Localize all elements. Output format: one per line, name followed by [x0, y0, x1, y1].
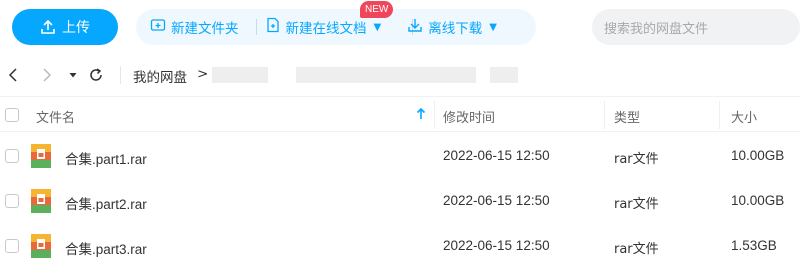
new-doc-icon	[265, 17, 281, 37]
back-icon[interactable]	[8, 67, 18, 87]
forward-icon[interactable]	[42, 67, 52, 87]
caret-down-icon: ▼	[489, 21, 497, 33]
table-row[interactable]: 合集.part3.rar 2022-06-15 12:50 rar文件 1.53…	[0, 224, 800, 268]
redacted-path	[296, 67, 476, 83]
table-header: 文件名 修改时间 类型 大小	[0, 96, 800, 132]
header-modified[interactable]: 修改时间	[443, 107, 495, 126]
table-row[interactable]: 合集.part2.rar 2022-06-15 12:50 rar文件 10.0…	[0, 179, 800, 223]
search-input[interactable]: 搜索我的网盘文件	[592, 9, 800, 45]
redacted-path	[212, 67, 268, 83]
column-divider[interactable]	[434, 101, 435, 129]
new-folder-button[interactable]: 新建文件夹	[150, 9, 239, 45]
file-modified: 2022-06-15 12:50	[443, 148, 550, 163]
rar-file-icon	[30, 144, 52, 172]
file-type: rar文件	[614, 242, 659, 257]
file-modified: 2022-06-15 12:50	[443, 193, 550, 208]
file-name[interactable]: 合集.part3.rar	[65, 238, 147, 258]
row-checkbox[interactable]	[5, 194, 19, 208]
path-divider	[120, 66, 121, 84]
search-placeholder: 搜索我的网盘文件	[604, 21, 709, 37]
offline-download-button[interactable]: 离线下载 ▼	[407, 9, 497, 45]
download-icon	[407, 17, 423, 37]
action-group: 新建文件夹 新建在线文档 ▼ 离线下载 ▼	[136, 9, 536, 45]
toolbar: 上传 新建文件夹 新建在线文档 ▼ 离线下载 ▼ NEW 搜索我的网盘文件	[0, 0, 800, 54]
new-folder-icon	[150, 17, 166, 37]
dropdown-icon[interactable]	[68, 68, 78, 86]
table-row[interactable]: 合集.part1.rar 2022-06-15 12:50 rar文件 10.0…	[0, 134, 800, 178]
upload-label: 上传	[62, 20, 90, 36]
file-size: 1.53GB	[731, 238, 777, 253]
new-online-doc-label: 新建在线文档	[285, 21, 367, 37]
new-badge: NEW	[360, 1, 394, 18]
select-all-checkbox[interactable]	[5, 108, 19, 122]
row-checkbox[interactable]	[5, 239, 19, 253]
file-type: rar文件	[614, 152, 659, 167]
sort-up-icon[interactable]	[416, 107, 426, 125]
file-name[interactable]: 合集.part1.rar	[65, 148, 147, 168]
column-divider[interactable]	[604, 101, 605, 129]
toolbar-divider	[256, 19, 257, 35]
header-name[interactable]: 文件名	[36, 107, 75, 126]
new-folder-label: 新建文件夹	[171, 21, 239, 37]
file-name[interactable]: 合集.part2.rar	[65, 193, 147, 213]
file-size: 10.00GB	[731, 193, 785, 208]
upload-icon	[40, 19, 56, 35]
file-modified: 2022-06-15 12:50	[443, 238, 550, 253]
column-divider[interactable]	[719, 101, 720, 129]
row-checkbox[interactable]	[5, 149, 19, 163]
breadcrumb-root[interactable]: 我的网盘	[133, 66, 187, 86]
path-bar: 我的网盘 >	[0, 54, 800, 96]
header-type[interactable]: 类型	[614, 107, 640, 126]
header-size[interactable]: 大小	[731, 107, 757, 126]
refresh-icon[interactable]	[88, 67, 104, 87]
redacted-path	[490, 67, 518, 83]
rar-file-icon	[30, 234, 52, 262]
file-size: 10.00GB	[731, 148, 785, 163]
file-type: rar文件	[614, 197, 659, 212]
offline-download-label: 离线下载	[428, 21, 483, 37]
caret-down-icon: ▼	[373, 21, 382, 33]
rar-file-icon	[30, 189, 52, 217]
breadcrumb-separator: >	[197, 66, 209, 82]
upload-button[interactable]: 上传	[12, 9, 118, 45]
